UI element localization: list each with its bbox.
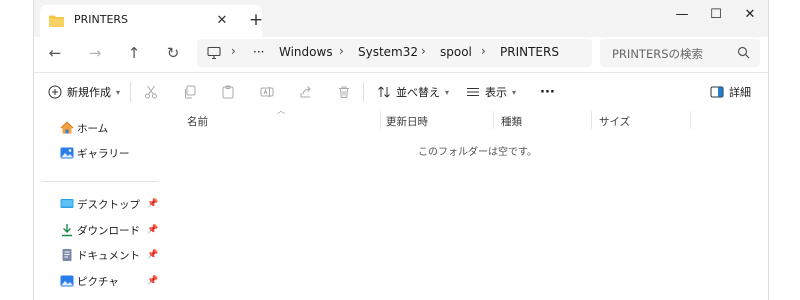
command-bar: 新規作成 ▾ 並べ替え ▾ 表示 ▾ ··· 詳細: [34, 72, 768, 112]
documents-icon: [62, 249, 72, 261]
refresh-button[interactable]: ↻: [161, 41, 185, 65]
desktop-icon: [60, 199, 74, 208]
empty-folder-message: このフォルダーは空です。: [418, 147, 537, 158]
breadcrumb-printers[interactable]: PRINTERS: [500, 45, 559, 59]
copy-icon: [185, 85, 196, 99]
breadcrumb-separator: ›: [231, 44, 236, 58]
folder-icon: [49, 15, 64, 27]
sidebar-item-pictures[interactable]: ピクチャ: [60, 272, 119, 290]
tab-title: PRINTERS: [74, 13, 129, 26]
pin-icon: 📌: [147, 250, 159, 260]
minimize-button[interactable]: —: [666, 2, 698, 28]
pin-icon: 📌: [147, 276, 159, 286]
column-divider[interactable]: [690, 111, 691, 129]
share-icon: [300, 86, 311, 98]
sidebar-item-label: ホーム: [77, 122, 109, 135]
delete-button[interactable]: [337, 82, 351, 102]
view-label: 表示: [485, 86, 507, 99]
sidebar-item-gallery[interactable]: ギャラリー: [60, 144, 130, 162]
sidebar-item-label: ピクチャ: [77, 275, 119, 288]
sort-label: 並べ替え: [396, 86, 440, 99]
more-options-button[interactable]: ···: [540, 82, 555, 102]
search-box[interactable]: PRINTERSの検索: [600, 39, 760, 67]
column-header-size[interactable]: サイズ: [599, 114, 630, 134]
column-header-name[interactable]: 名前: [187, 114, 208, 134]
sort-button[interactable]: 並べ替え ▾: [377, 82, 449, 102]
breadcrumb-separator[interactable]: ›: [481, 44, 486, 58]
home-icon: [60, 121, 74, 134]
computer-icon: [207, 46, 221, 60]
search-placeholder[interactable]: PRINTERSの検索: [612, 46, 703, 62]
column-divider[interactable]: [493, 111, 494, 129]
forward-button[interactable]: →: [83, 41, 107, 65]
cut-button[interactable]: [144, 82, 158, 102]
new-button[interactable]: 新規作成 ▾: [48, 82, 120, 102]
column-divider[interactable]: [380, 111, 381, 129]
breadcrumb-separator[interactable]: ›: [339, 44, 344, 58]
details-pane-button[interactable]: 詳細: [710, 82, 751, 102]
chevron-down-icon: ▾: [445, 87, 450, 97]
close-tab-icon[interactable]: ✕: [212, 11, 232, 31]
sidebar-divider: [42, 181, 158, 182]
sort-indicator-icon: ︿: [277, 106, 285, 115]
rename-icon: [260, 87, 274, 97]
sidebar-item-label: ダウンロード: [77, 224, 140, 237]
pin-icon: 📌: [147, 199, 159, 209]
close-window-button[interactable]: ✕: [734, 2, 766, 28]
breadcrumb-separator[interactable]: ›: [421, 44, 426, 58]
pin-icon: 📌: [147, 225, 159, 235]
add-circle-icon: [48, 85, 62, 99]
back-button[interactable]: ←: [43, 41, 67, 65]
up-button[interactable]: ↑: [122, 41, 146, 65]
trash-icon: [339, 86, 349, 98]
search-icon[interactable]: [737, 46, 750, 59]
copy-button[interactable]: [183, 82, 197, 102]
sidebar-item-downloads[interactable]: ダウンロード: [60, 221, 140, 239]
sidebar-item-desktop[interactable]: デスクトップ: [60, 195, 140, 213]
download-icon: [62, 224, 72, 237]
navigation-bar: ← → ↑ ↻ › ··· Windows › System32 › spool…: [34, 37, 768, 69]
sidebar-item-label: ギャラリー: [77, 147, 130, 160]
breadcrumb-windows[interactable]: Windows: [279, 45, 333, 59]
file-list: ︿ 名前 更新日時 種類 サイズ このフォルダーは空です。: [162, 106, 768, 300]
gallery-icon: [60, 147, 74, 159]
chevron-down-icon: ▾: [116, 87, 121, 97]
view-lines-icon: [467, 88, 479, 96]
sidebar-item-label: ドキュメント: [77, 249, 140, 262]
details-label: 詳細: [729, 86, 751, 99]
view-button[interactable]: 表示 ▾: [466, 82, 516, 102]
new-button-label: 新規作成: [67, 86, 111, 99]
column-divider[interactable]: [591, 111, 592, 129]
sidebar-item-documents[interactable]: ドキュメント: [60, 246, 140, 264]
pictures-icon: [60, 275, 74, 287]
tab-printers[interactable]: PRINTERS ✕: [40, 5, 262, 37]
paste-icon: [222, 85, 234, 99]
toolbar-divider: [130, 82, 131, 102]
details-pane-icon: [710, 86, 724, 98]
file-explorer-window: PRINTERS ✕ + — ☐ ✕ ← → ↑ ↻ › ··· Windows…: [33, 0, 769, 300]
share-button[interactable]: [299, 82, 313, 102]
column-header-date-modified[interactable]: 更新日時: [386, 114, 428, 134]
title-bar: PRINTERS ✕ + — ☐ ✕: [34, 0, 768, 37]
breadcrumb-overflow-button[interactable]: ···: [253, 45, 264, 59]
address-bar[interactable]: › ··· Windows › System32 › spool › PRINT…: [197, 39, 592, 67]
maximize-button[interactable]: ☐: [700, 2, 732, 28]
breadcrumb-spool[interactable]: spool: [440, 45, 472, 59]
cut-icon: [145, 85, 157, 99]
sidebar-item-label: デスクトップ: [77, 198, 140, 211]
paste-button[interactable]: [221, 82, 235, 102]
chevron-down-icon: ▾: [512, 87, 517, 97]
new-tab-button[interactable]: +: [245, 9, 267, 31]
column-header-type[interactable]: 種類: [501, 114, 522, 134]
breadcrumb-system32[interactable]: System32: [358, 45, 418, 59]
navigation-pane: ホーム ギャラリー デスクトップ 📌 ダウンロード 📌 ドキュメント 📌 ピクチ…: [34, 111, 162, 300]
sidebar-item-home[interactable]: ホーム: [60, 119, 108, 137]
toolbar-divider: [363, 82, 364, 102]
sort-icon: [378, 86, 390, 98]
rename-button[interactable]: [260, 82, 274, 102]
